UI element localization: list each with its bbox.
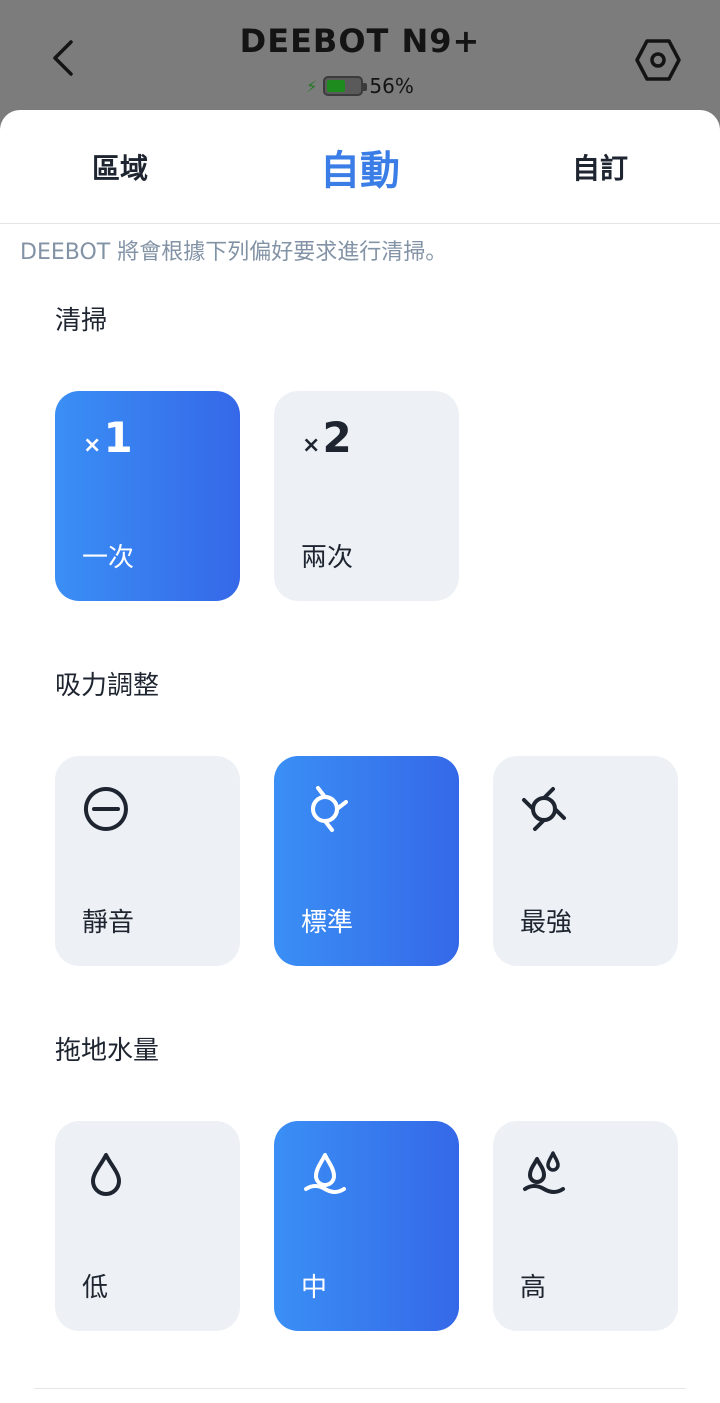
water-high-card[interactable]: 高 <box>493 1121 678 1331</box>
card-label: 標準 <box>301 908 354 938</box>
card-label: 靜音 <box>82 908 135 938</box>
card-label: 中 <box>301 1273 328 1303</box>
section-title-suction: 吸力調整 <box>55 671 160 701</box>
mode-description: DEEBOT 將會根據下列偏好要求進行清掃。 <box>20 240 448 265</box>
tab-custom[interactable]: 自訂 <box>540 110 660 224</box>
suction-standard-card[interactable]: 標準 <box>274 756 459 966</box>
sweep-twice-card[interactable]: × 2 兩次 <box>274 391 459 601</box>
water-drop-high-icon <box>523 1151 565 1194</box>
battery-icon <box>323 76 368 96</box>
water-medium-card[interactable]: 中 <box>274 1121 459 1331</box>
header: DEEBOT N9+ ⚡ 56% <box>0 0 720 120</box>
section-title-water: 拖地水量 <box>55 1036 160 1066</box>
divider <box>34 1388 686 1389</box>
suction-max-card[interactable]: 最強 <box>493 756 678 966</box>
tab-area[interactable]: 區域 <box>60 110 180 224</box>
water-drop-low-icon <box>91 1153 121 1196</box>
water-low-card[interactable]: 低 <box>55 1121 240 1331</box>
card-label: 高 <box>520 1273 547 1303</box>
battery-status: ⚡ 56% <box>0 74 720 98</box>
device-title: DEEBOT N9+ <box>239 22 481 60</box>
card-label: 最強 <box>520 908 573 938</box>
gear-icon <box>635 39 681 81</box>
standard-suction-icon <box>311 786 348 832</box>
section-title-sweep: 清掃 <box>55 306 108 336</box>
mode-tabs: 區域 自動 自訂 <box>0 110 720 224</box>
mode-sheet: 區域 自動 自訂 DEEBOT 將會根據下列偏好要求進行清掃。 清掃 × 1 一次… <box>0 110 720 1403</box>
card-label: 一次 <box>82 543 135 573</box>
suction-quiet-card[interactable]: 靜音 <box>55 756 240 966</box>
settings-button[interactable] <box>632 36 684 84</box>
card-label: 低 <box>82 1273 109 1303</box>
max-suction-icon <box>522 787 566 831</box>
water-drop-medium-icon <box>304 1153 346 1194</box>
sweep-once-card[interactable]: × 1 一次 <box>55 391 240 601</box>
charging-bolt-icon: ⚡ <box>306 76 318 96</box>
battery-percent: 56% <box>369 74 414 98</box>
battery-level-fill <box>327 80 346 92</box>
times-one-icon: × 1 <box>83 413 133 462</box>
quiet-icon <box>84 787 128 831</box>
times-two-icon: × 2 <box>302 413 352 462</box>
tab-auto[interactable]: 自動 <box>280 110 440 224</box>
card-label: 兩次 <box>301 543 354 573</box>
